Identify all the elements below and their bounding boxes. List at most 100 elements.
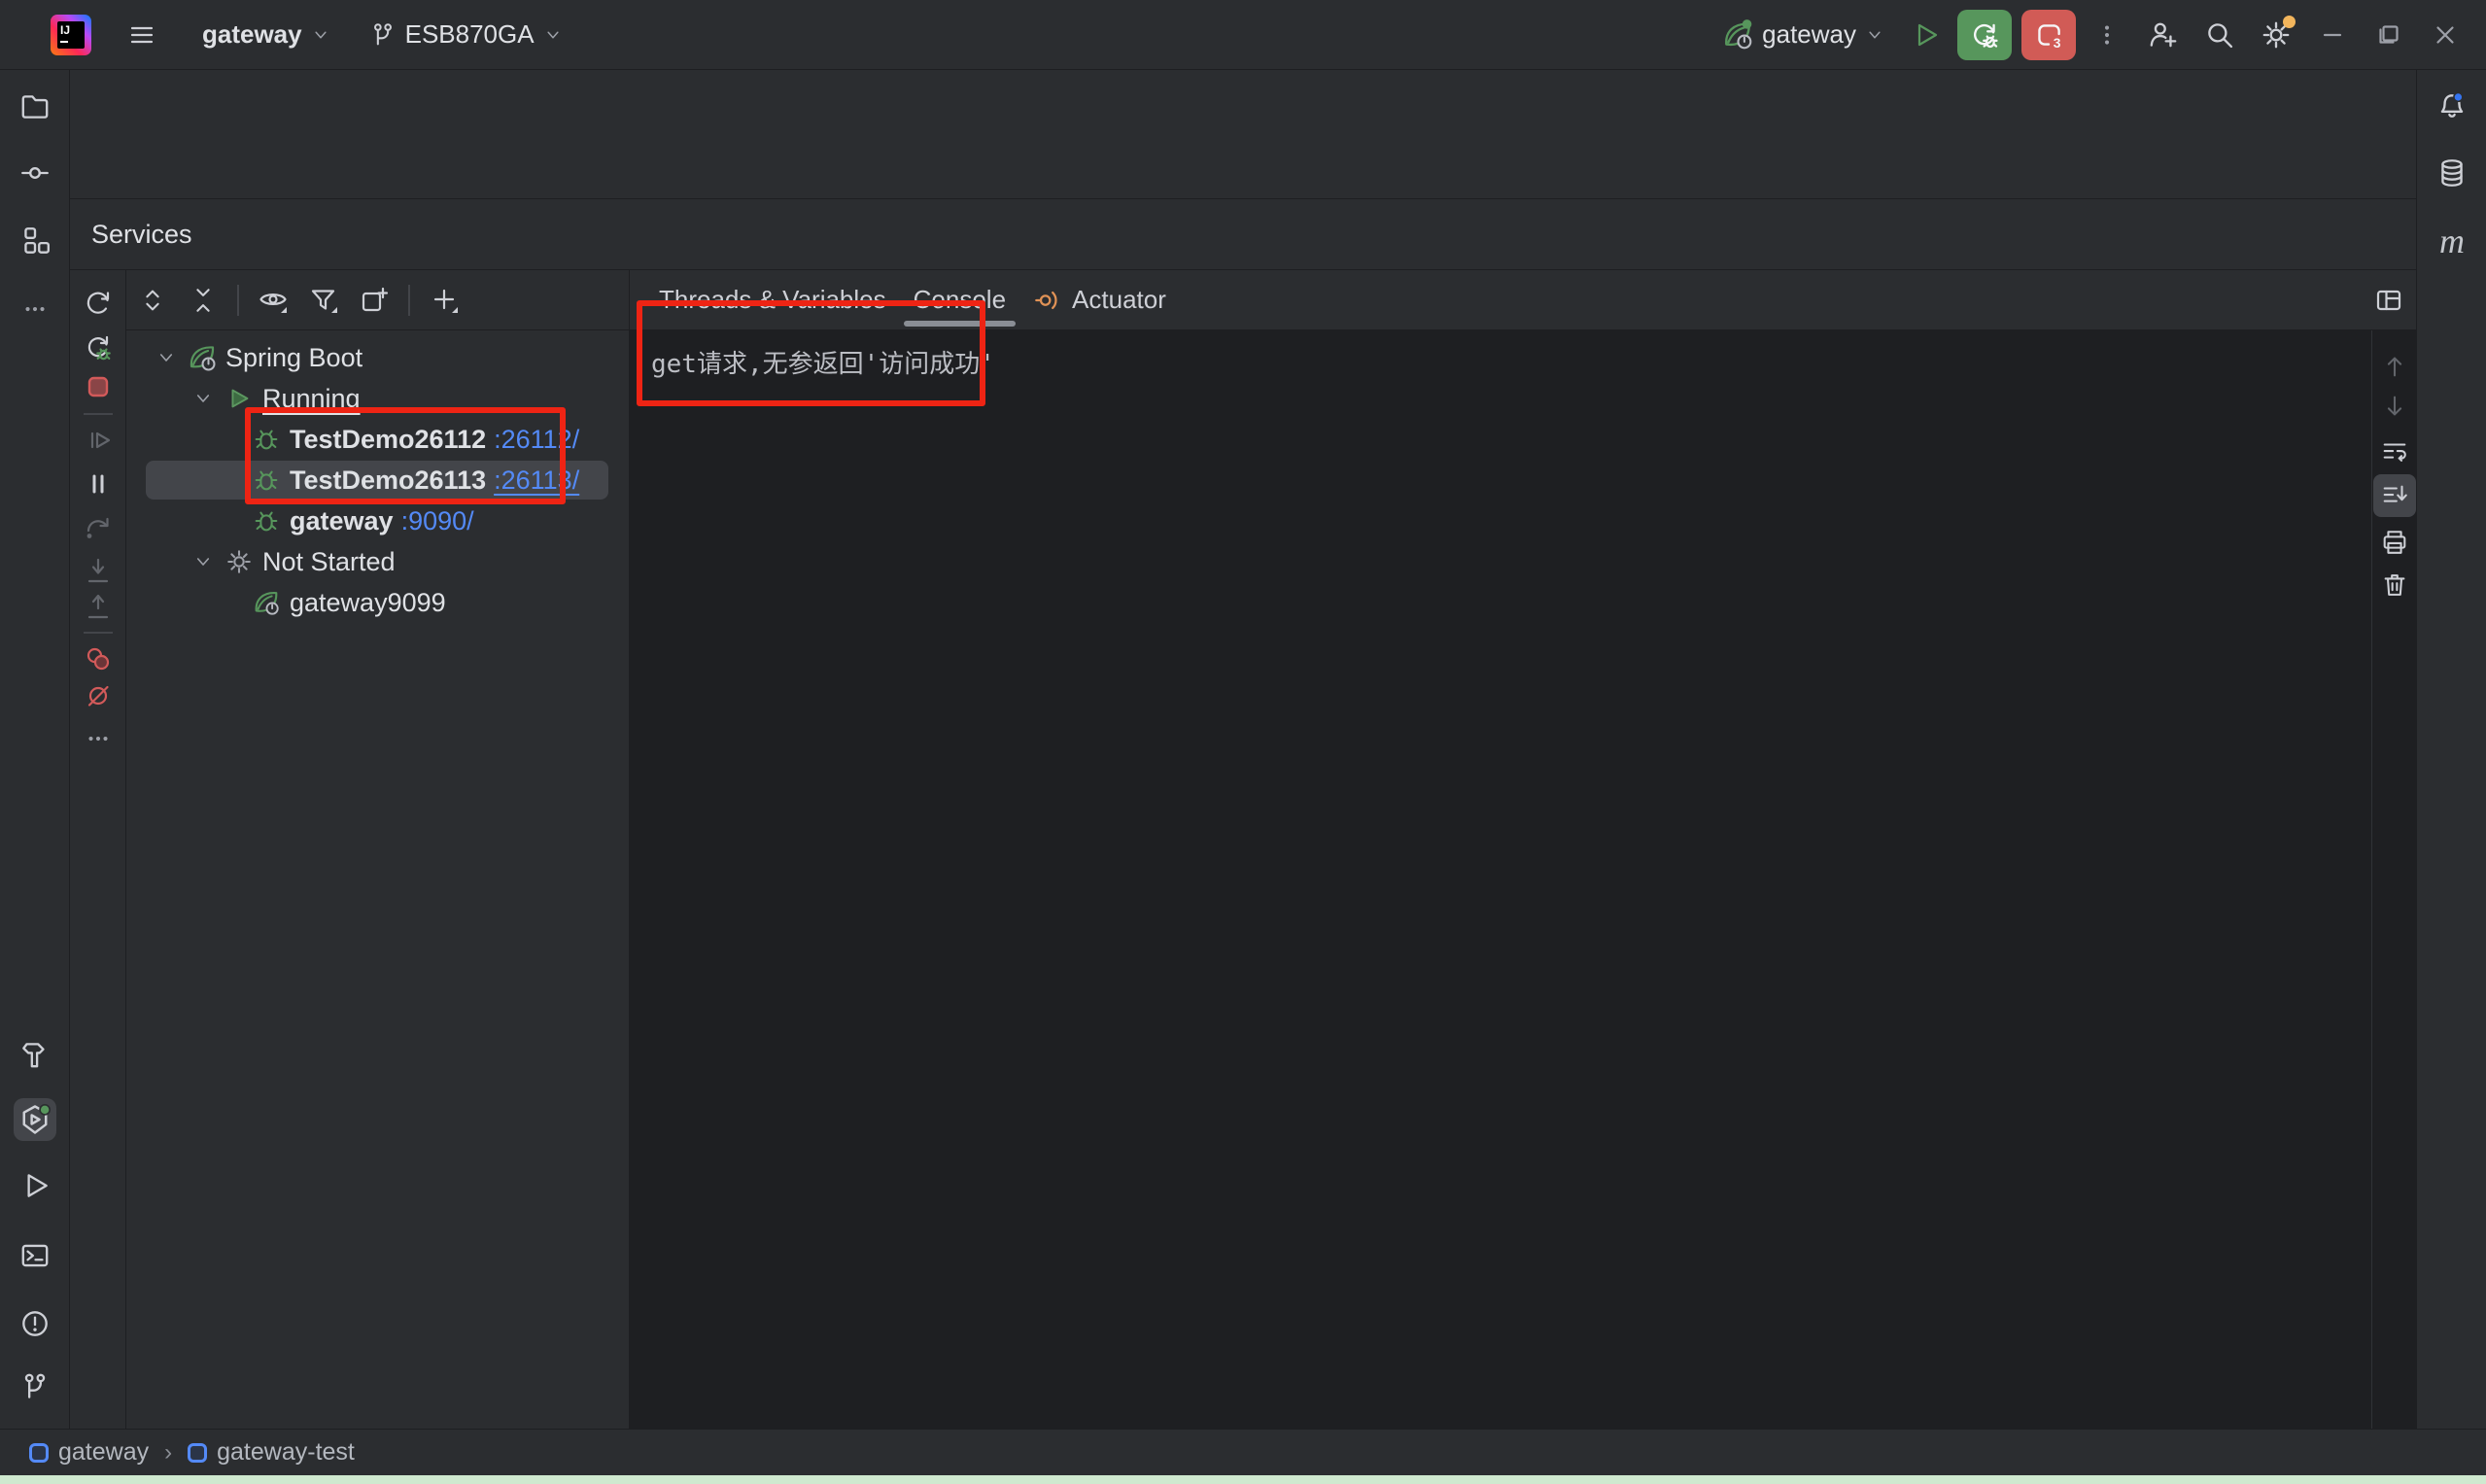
pause-button[interactable] (77, 463, 120, 505)
restart-debug-icon (83, 332, 114, 363)
add-service-button[interactable] (422, 278, 466, 323)
tab-actuator[interactable]: Actuator (1019, 270, 1180, 329)
soft-wrap-icon (2380, 437, 2409, 466)
debugger-toolbar (70, 270, 126, 1429)
git-toolwindow-button[interactable] (14, 1365, 56, 1408)
resume-button[interactable] (77, 419, 120, 462)
right-tool-strip: m (2416, 70, 2486, 1429)
window-close-button[interactable] (2420, 10, 2470, 60)
print-button[interactable] (2373, 521, 2416, 564)
tree-row-gateway[interactable]: gateway :9090/ (126, 500, 629, 541)
project-widget[interactable]: gateway (190, 12, 343, 58)
tree-row-label: Spring Boot (225, 343, 363, 373)
commit-toolwindow-button[interactable] (14, 152, 56, 194)
tree-row-not-started[interactable]: Not Started (126, 541, 629, 582)
step-over-icon (83, 512, 114, 543)
tree-row-testdemo26112[interactable]: TestDemo26112 :26112/ (126, 419, 629, 460)
database-toolwindow-button[interactable] (2431, 152, 2473, 194)
services-tree: Spring Boot (126, 330, 629, 623)
maven-toolwindow-button[interactable]: m (2431, 220, 2473, 262)
stop-processes-button[interactable]: 3 (2021, 10, 2076, 60)
collapse-all-icon (189, 286, 218, 315)
scroll-to-end-button[interactable] (2373, 474, 2416, 517)
run-toolwindow-button[interactable] (14, 1164, 56, 1207)
code-with-me-button[interactable] (2138, 10, 2189, 60)
chevron-down-icon[interactable] (190, 549, 216, 574)
settings-notification-dot (2283, 16, 2296, 28)
tree-row-gateway9099[interactable]: gateway9099 (126, 582, 629, 623)
toolbar-separator (84, 413, 113, 415)
step-out-button[interactable] (77, 586, 120, 629)
tree-row-testdemo26113[interactable]: TestDemo26113 :26113/ (126, 460, 629, 500)
step-into-icon (83, 556, 114, 587)
services-toolwindow-button[interactable] (14, 1098, 56, 1141)
debugger-more-button[interactable] (77, 717, 120, 760)
plus-icon (429, 285, 460, 316)
main-menu-button[interactable] (115, 12, 169, 58)
close-icon (2430, 19, 2461, 51)
window-restore-button[interactable] (2364, 10, 2414, 60)
next-occurrence-button[interactable] (2373, 385, 2416, 428)
step-over-button[interactable] (77, 506, 120, 549)
notifications-button[interactable] (2431, 86, 2473, 128)
terminal-toolwindow-button[interactable] (14, 1234, 56, 1277)
resume-icon (83, 425, 114, 456)
clear-console-button[interactable] (2373, 564, 2416, 606)
tree-row-running[interactable]: Running (126, 378, 629, 419)
breadcrumb-submodule[interactable]: gateway-test (188, 1438, 355, 1467)
service-port-link[interactable]: :26113/ (494, 466, 579, 496)
tree-row-spring-boot[interactable]: Spring Boot (126, 337, 629, 378)
stop-button[interactable] (77, 365, 120, 408)
debug-bug-icon (251, 424, 282, 455)
problems-toolwindow-button[interactable] (14, 1302, 56, 1345)
search-everywhere-button[interactable] (2194, 10, 2245, 60)
open-new-tab-icon (359, 285, 390, 316)
rerun-button[interactable] (77, 282, 120, 325)
more-toolwindows-button[interactable] (14, 288, 56, 330)
mute-breakpoints-button[interactable] (77, 674, 120, 717)
service-name: gateway9099 (290, 588, 446, 618)
breadcrumb-module[interactable]: gateway (29, 1438, 149, 1467)
tab-console[interactable]: Console (900, 270, 1019, 329)
rerun-debug-button[interactable] (77, 327, 120, 369)
run-configuration-selector[interactable]: gateway (1711, 12, 1895, 58)
git-branch-icon (368, 20, 397, 50)
structure-toolwindow-button[interactable] (14, 220, 56, 262)
project-toolwindow-button[interactable] (14, 86, 56, 128)
soft-wrap-button[interactable] (2373, 431, 2416, 473)
hamburger-icon (126, 19, 157, 51)
console-toolbar (2371, 330, 2416, 1429)
tree-row-label: Running (262, 384, 361, 414)
chevron-down-icon[interactable] (190, 386, 216, 411)
breakpoints-icon (83, 643, 114, 674)
add-user-icon (2147, 18, 2180, 52)
rerun-debug-button[interactable] (1957, 10, 2012, 60)
prev-occurrence-button[interactable] (2373, 345, 2416, 388)
service-port-link[interactable]: :26112/ (494, 425, 579, 455)
filter-button[interactable] (301, 278, 346, 323)
chevron-down-icon (310, 24, 331, 46)
window-minimize-button[interactable] (2307, 10, 2358, 60)
tab-threads-variables[interactable]: Threads & Variables (645, 270, 900, 329)
restart-debug-icon (1968, 18, 2001, 52)
scroll-to-end-icon (2380, 481, 2409, 510)
service-port-link[interactable]: :9090/ (401, 506, 474, 536)
settings-button[interactable] (2251, 10, 2301, 60)
svg-text:3: 3 (2054, 34, 2061, 50)
chevron-down-icon[interactable] (154, 345, 179, 370)
vcs-branch-widget[interactable]: ESB870GA (357, 12, 575, 58)
view-options-button[interactable] (251, 278, 295, 323)
more-actions-button[interactable] (2082, 10, 2132, 60)
services-icon (17, 1102, 52, 1137)
bell-icon (2435, 90, 2469, 123)
toolbar-separator (84, 632, 113, 634)
database-icon (2435, 156, 2469, 190)
kebab-menu-icon (2092, 20, 2122, 50)
layout-settings-button[interactable] (2373, 285, 2404, 316)
collapse-all-button[interactable] (181, 278, 225, 323)
run-button[interactable] (1901, 10, 1951, 60)
open-in-new-tab-button[interactable] (352, 278, 397, 323)
intellij-logo-icon: IJ (51, 15, 91, 55)
build-toolwindow-button[interactable] (14, 1033, 56, 1076)
expand-all-button[interactable] (130, 278, 175, 323)
